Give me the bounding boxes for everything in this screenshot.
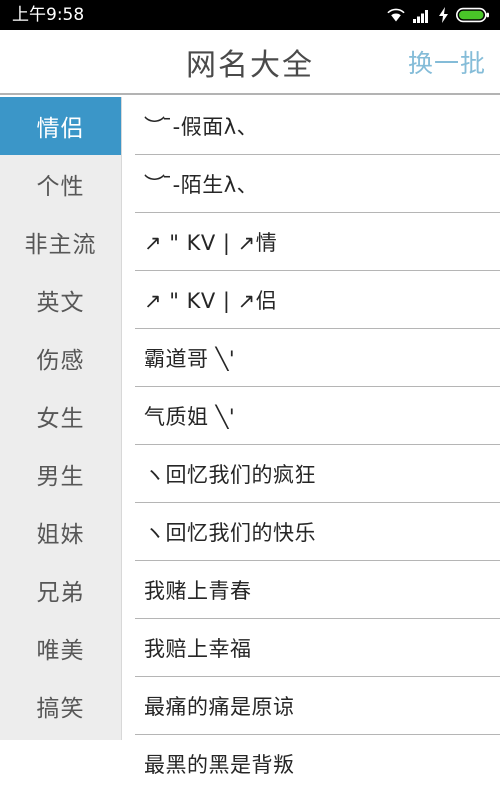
sidebar-item-label: 个性 <box>36 174 85 200</box>
sidebar-item-7[interactable]: 姐妹 <box>0 503 121 561</box>
sidebar-item-label: 唯美 <box>36 638 85 664</box>
sidebar-item-1[interactable]: 个性 <box>0 155 121 213</box>
status-time: 上午9:58 <box>12 5 85 25</box>
list-item-label: 我赔上幸福 <box>144 637 252 661</box>
charging-bolt-icon <box>438 7 449 23</box>
list-item[interactable]: 霸道哥 ╲' <box>122 329 500 387</box>
list-item[interactable]: 我赔上幸福 <box>122 619 500 677</box>
list-item[interactable]: 最黑的黑是背叛 <box>122 735 500 793</box>
sidebar-item-4[interactable]: 伤感 <box>0 329 121 387</box>
list-item[interactable]: ↗ " KV | ↗情 <box>122 213 500 271</box>
list-item[interactable]: ヽ回忆我们的疯狂 <box>122 445 500 503</box>
list-item-label: 我赌上青春 <box>144 579 252 603</box>
app-header: 网名大全 换一批 <box>0 30 500 95</box>
app-root: 上午9:58 网名大全 换一批 情侣 个性 非主流 英文 伤感 女生 男生 姐妹… <box>0 0 500 800</box>
status-icon-group <box>386 7 490 23</box>
sidebar-item-label: 搞笑 <box>36 696 85 722</box>
list-item-label: ↗ " KV | ↗情 <box>144 231 278 255</box>
sidebar-item-label: 姐妹 <box>36 522 85 548</box>
sidebar-item-label: 伤感 <box>36 348 85 374</box>
list-item-label: ヽ回忆我们的快乐 <box>144 521 316 545</box>
list-item-label: ヽ回忆我们的疯狂 <box>144 463 316 487</box>
list-item-label: ︶ ̄-假面λ、 <box>144 115 259 139</box>
list-item[interactable]: 我赌上青春 <box>122 561 500 619</box>
status-bar: 上午9:58 <box>0 0 500 30</box>
sidebar-item-label: 女生 <box>36 406 85 432</box>
signal-bars-icon <box>413 8 431 23</box>
content-area: 情侣个性非主流英文伤感女生男生姐妹兄弟唯美搞笑 ︶ ̄-假面λ、 ︶ ̄-陌生λ、… <box>0 97 500 800</box>
list-item[interactable]: 气质姐 ╲' <box>122 387 500 445</box>
sidebar-item-9[interactable]: 唯美 <box>0 619 121 677</box>
wifi-icon <box>386 7 406 23</box>
sidebar-item-6[interactable]: 男生 <box>0 445 121 503</box>
nickname-list[interactable]: ︶ ̄-假面λ、 ︶ ̄-陌生λ、 ↗ " KV | ↗情 ↗ " KV | ↗侣 霸道… <box>122 97 500 800</box>
sidebar-item-0[interactable]: 情侣 <box>0 97 121 155</box>
category-sidebar[interactable]: 情侣个性非主流英文伤感女生男生姐妹兄弟唯美搞笑 <box>0 97 122 740</box>
sidebar-item-label: 男生 <box>36 464 85 490</box>
sidebar-item-label: 英文 <box>36 290 85 316</box>
sidebar-item-2[interactable]: 非主流 <box>0 213 121 271</box>
list-item-label: ︶ ̄-陌生λ、 <box>144 173 259 197</box>
list-item-label: ↗ " KV | ↗侣 <box>144 289 278 313</box>
list-item-label: 霸道哥 ╲' <box>144 347 236 371</box>
list-item-label: 最黑的黑是背叛 <box>144 753 295 777</box>
sidebar-item-label: 情侣 <box>36 116 85 142</box>
battery-icon <box>456 7 490 23</box>
list-item[interactable]: ↗ " KV | ↗侣 <box>122 271 500 329</box>
sidebar-item-10[interactable]: 搞笑 <box>0 677 121 735</box>
list-item-label: 最痛的痛是原谅 <box>144 695 295 719</box>
list-item[interactable]: ︶ ̄-陌生λ、 <box>122 155 500 213</box>
sidebar-item-label: 兄弟 <box>36 580 85 606</box>
sidebar-item-8[interactable]: 兄弟 <box>0 561 121 619</box>
list-item[interactable]: 最痛的痛是原谅 <box>122 677 500 735</box>
sidebar-item-label: 非主流 <box>24 232 97 258</box>
list-item-label: 气质姐 ╲' <box>144 405 236 429</box>
refresh-batch-button[interactable]: 换一批 <box>408 44 486 80</box>
list-item[interactable]: ︶ ̄-假面λ、 <box>122 97 500 155</box>
sidebar-item-3[interactable]: 英文 <box>0 271 121 329</box>
list-item[interactable]: ヽ回忆我们的快乐 <box>122 503 500 561</box>
sidebar-item-5[interactable]: 女生 <box>0 387 121 445</box>
